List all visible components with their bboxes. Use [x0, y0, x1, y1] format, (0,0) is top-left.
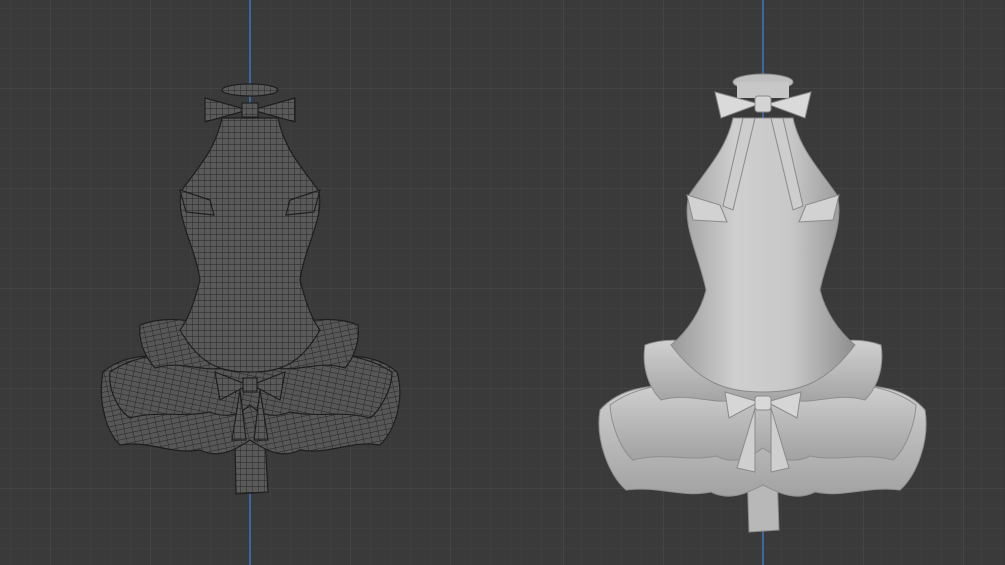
viewport-wireframe[interactable]	[0, 0, 515, 565]
viewport-solid[interactable]	[515, 0, 1005, 565]
wireframe-canvas	[0, 0, 515, 565]
solid-canvas	[515, 0, 1005, 565]
